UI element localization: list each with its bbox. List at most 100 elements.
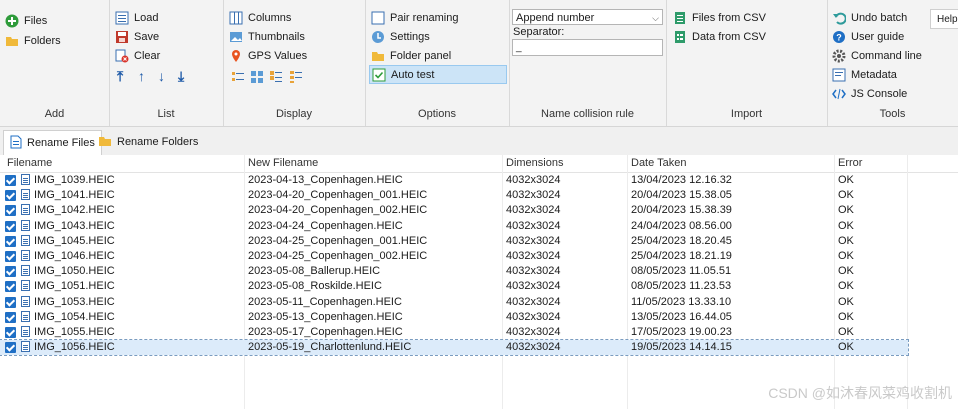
cell-error: OK xyxy=(838,310,854,323)
row-checkbox[interactable] xyxy=(5,205,16,217)
file-icon xyxy=(21,326,30,337)
auto-test-toggle[interactable]: Auto test xyxy=(369,65,507,84)
columns-button[interactable]: Columns xyxy=(229,9,291,27)
pair-renaming-button[interactable]: Pair renaming xyxy=(371,9,458,27)
move-up-icon[interactable]: ↑ xyxy=(138,68,145,84)
group-title-add: Add xyxy=(44,108,65,120)
view-tiles-icon[interactable] xyxy=(289,70,303,84)
group-options: Pair renaming Settings Folder panel Auto… xyxy=(365,0,510,126)
group-import: Files from CSV Data from CSV Import xyxy=(666,0,828,126)
column-header-new-filename[interactable]: New Filename xyxy=(248,157,318,169)
row-checkbox[interactable] xyxy=(5,235,16,247)
row-checkbox[interactable] xyxy=(5,327,16,338)
row-checkbox[interactable] xyxy=(5,342,16,354)
add-files-button[interactable]: Files xyxy=(5,12,47,30)
clear-label: Clear xyxy=(134,50,161,62)
table-row[interactable]: IMG_1039.HEIC 2023-04-13_Copenhagen.HEIC 4… xyxy=(0,173,908,188)
cell-date-taken: 25/04/2023 18.21.19 xyxy=(631,250,732,262)
help-button[interactable]: Help xyxy=(930,9,958,29)
cell-new-filename: 2023-04-20_Copenhagen_002.HEIC xyxy=(248,204,428,217)
table-row[interactable]: IMG_1054.HEIC 2023-05-13_Copenhagen.HEIC 4… xyxy=(0,310,908,325)
user-guide-button[interactable]: ? User guide xyxy=(832,28,904,46)
thumbnails-button[interactable]: Thumbnails xyxy=(229,28,305,46)
cell-new-filename: 2023-04-25_Copenhagen_001.HEIC xyxy=(248,234,428,247)
cell-new-filename: 2023-04-24_Copenhagen.HEIC xyxy=(248,219,403,232)
cell-filename: IMG_1055.HEIC xyxy=(34,326,115,338)
cell-error: OK xyxy=(838,326,854,338)
table-row[interactable]: IMG_1055.HEIC 2023-05-17_Copenhagen.HEIC 4… xyxy=(0,325,908,340)
tab-rename-files[interactable]: Rename Files xyxy=(3,130,102,155)
js-console-button[interactable]: JS Console xyxy=(832,85,907,103)
file-icon xyxy=(21,341,30,353)
column-header-filename[interactable]: Filename xyxy=(7,157,52,169)
table-row[interactable]: IMG_1046.HEIC 2023-04-25_Copenhagen_002.H… xyxy=(0,249,908,264)
separator-input[interactable]: _ xyxy=(512,39,663,56)
cell-filename: IMG_1053.HEIC xyxy=(34,295,115,308)
view-details-icon[interactable] xyxy=(269,70,283,84)
table-row[interactable]: IMG_1051.HEIC 2023-05-08_Roskilde.HEIC 403… xyxy=(0,279,908,294)
cell-date-taken: 08/05/2023 11.23.53 xyxy=(631,280,732,293)
auto-test-label: Auto test xyxy=(391,68,435,81)
load-button[interactable]: Load xyxy=(115,9,158,27)
group-display: Columns Thumbnails GPS Values Display xyxy=(223,0,366,126)
row-checkbox[interactable] xyxy=(5,311,16,323)
group-title-collision: Name collision rule xyxy=(541,108,634,120)
command-line-button[interactable]: Command line xyxy=(832,47,922,65)
view-grid-icon[interactable] xyxy=(250,70,264,84)
table-row[interactable]: IMG_1053.HEIC 2023-05-11_Copenhagen.HEIC 4… xyxy=(0,295,908,310)
group-title-options: Options xyxy=(418,108,456,120)
move-top-icon[interactable]: ⤒ xyxy=(117,68,123,85)
column-header-error[interactable]: Error xyxy=(838,157,862,169)
table-row[interactable]: IMG_1043.HEIC 2023-04-24_Copenhagen.HEIC 4… xyxy=(0,219,908,234)
tab-rename-folders[interactable]: Rename Folders xyxy=(92,130,204,154)
table-row[interactable]: IMG_1050.HEIC 2023-05-08_Ballerup.HEIC 403… xyxy=(0,264,908,279)
folder-panel-button[interactable]: Folder panel xyxy=(371,47,451,65)
column-header-date-taken[interactable]: Date Taken xyxy=(631,157,686,169)
row-checkbox[interactable] xyxy=(5,220,16,232)
move-bottom-icon[interactable]: ⤓ xyxy=(178,68,184,85)
cell-filename: IMG_1051.HEIC xyxy=(34,280,115,293)
column-header-dimensions[interactable]: Dimensions xyxy=(506,157,563,169)
row-checkbox[interactable] xyxy=(5,266,16,278)
metadata-button[interactable]: Metadata xyxy=(832,66,897,84)
cell-error: OK xyxy=(838,189,854,202)
files-from-csv-button[interactable]: Files from CSV xyxy=(673,9,766,27)
row-checkbox[interactable] xyxy=(5,175,16,186)
settings-button[interactable]: Settings xyxy=(371,28,430,46)
cell-filename: IMG_1045.HEIC xyxy=(34,234,115,247)
move-down-icon[interactable]: ↓ xyxy=(158,68,165,84)
table-row[interactable]: IMG_1056.HEIC 2023-05-19_Charlottenlund.H… xyxy=(0,339,909,357)
row-checkbox[interactable] xyxy=(5,281,16,293)
cell-error: OK xyxy=(838,250,854,262)
group-title-import: Import xyxy=(730,108,763,120)
cell-filename: IMG_1050.HEIC xyxy=(34,265,115,278)
row-checkbox[interactable] xyxy=(5,190,16,202)
settings-label: Settings xyxy=(390,31,430,43)
cell-dimensions: 4032x3024 xyxy=(506,326,561,338)
tab-bar: Rename Files Rename Folders xyxy=(0,127,958,155)
tab-rename-folders-label: Rename Folders xyxy=(117,136,199,148)
view-list-icon[interactable] xyxy=(231,70,245,84)
table-header: Filename New Filename Dimensions Date Ta… xyxy=(0,155,958,173)
cell-new-filename: 2023-04-20_Copenhagen_001.HEIC xyxy=(248,189,428,202)
data-from-csv-button[interactable]: Data from CSV xyxy=(673,28,766,46)
table-row[interactable]: IMG_1042.HEIC 2023-04-20_Copenhagen_002.H… xyxy=(0,203,908,218)
add-folders-button[interactable]: Folders xyxy=(5,32,61,50)
cell-error: OK xyxy=(838,295,854,308)
map-pin-icon xyxy=(229,49,243,63)
cell-error: OK xyxy=(838,174,854,186)
clear-button[interactable]: Clear xyxy=(115,47,160,65)
cell-dimensions: 4032x3024 xyxy=(506,341,561,354)
collision-rule-select[interactable]: Append number ⌵ xyxy=(512,9,663,25)
save-button[interactable]: Save xyxy=(115,28,159,46)
undo-batch-button[interactable]: Undo batch xyxy=(832,9,907,27)
table-row[interactable]: IMG_1041.HEIC 2023-04-20_Copenhagen_001.H… xyxy=(0,188,908,203)
row-checkbox[interactable] xyxy=(5,296,16,308)
chevron-down-icon: ⌵ xyxy=(652,13,659,23)
group-list: Load Save Clear ⤒ ↑ ↓ ⤓ List xyxy=(109,0,224,126)
table-row[interactable]: IMG_1045.HEIC 2023-04-25_Copenhagen_001.H… xyxy=(0,234,908,249)
cell-date-taken: 11/05/2023 13.33.10 xyxy=(631,295,732,308)
row-checkbox[interactable] xyxy=(5,251,16,262)
add-folders-label: Folders xyxy=(24,35,61,47)
gps-values-button[interactable]: GPS Values xyxy=(229,47,307,65)
